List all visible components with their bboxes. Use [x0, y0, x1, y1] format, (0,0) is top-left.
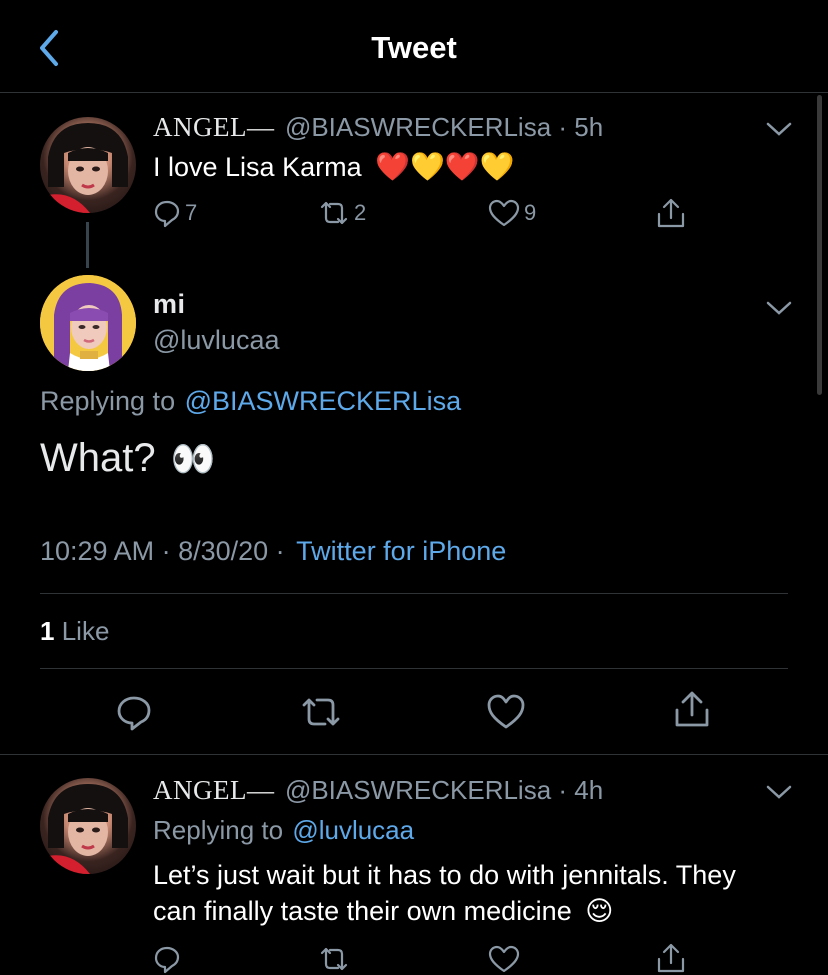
display-name[interactable]: mi: [153, 289, 186, 320]
top-bar: Tweet: [0, 0, 828, 93]
reply-icon[interactable]: [114, 692, 154, 732]
tweet-text-content: I love Lisa Karma: [153, 152, 362, 182]
display-name[interactable]: ANGEL—: [153, 112, 274, 142]
eyes-emoji: 👀: [170, 438, 216, 479]
share-icon[interactable]: [672, 688, 712, 730]
source-link[interactable]: Twitter for iPhone: [296, 536, 506, 566]
heart-icon[interactable]: [488, 944, 520, 974]
main-tweet-text-content: What?: [40, 436, 156, 480]
time-date: 10:29 AM · 8/30/20 ·: [40, 536, 285, 566]
main-tweet-text: What? 👀: [40, 436, 216, 481]
hearts-emoji: ❤️💛❤️💛: [375, 151, 515, 182]
divider: [40, 593, 788, 594]
page-title: Tweet: [371, 30, 457, 65]
replying-to: Replying to @BIASWRECKERLisa: [40, 386, 461, 417]
reply-icon: [152, 198, 182, 228]
tweet-header: ANGEL— @BIASWRECKERLisa · 4h: [153, 775, 603, 806]
heart-icon: [488, 198, 520, 228]
chevron-down-icon[interactable]: [766, 121, 792, 137]
handle-and-time[interactable]: @BIASWRECKERLisa · 5h: [285, 112, 603, 142]
relieved-face-emoji: 😌: [585, 896, 614, 926]
reply-text-line-2-content: can finally taste their own medicine: [153, 896, 572, 926]
reply-text-line-2: can finally taste their own medicine 😌: [153, 896, 613, 927]
replying-handle-link[interactable]: @luvlucaa: [292, 815, 414, 845]
chevron-down-icon[interactable]: [766, 300, 792, 316]
reply-action[interactable]: 7: [152, 198, 197, 228]
reply-icon[interactable]: [152, 944, 182, 974]
replying-to: Replying to @luvlucaa: [153, 815, 414, 846]
like-count: 9: [524, 200, 537, 225]
divider: [40, 668, 788, 669]
tweet-header: ANGEL— @BIASWRECKERLisa · 5h: [153, 112, 603, 143]
handle[interactable]: @luvlucaa: [153, 325, 279, 356]
tweet-timestamp: 10:29 AM · 8/30/20 · Twitter for iPhone: [40, 536, 506, 567]
reply-text-line-1: Let’s just wait but it has to do with je…: [153, 860, 736, 890]
likes-label: Like: [61, 616, 110, 646]
retweet-icon: [316, 198, 352, 228]
avatar[interactable]: [40, 275, 136, 371]
likes-number: 1: [40, 616, 55, 646]
retweet-action[interactable]: 2: [316, 198, 366, 228]
replying-handle-link[interactable]: @BIASWRECKERLisa: [185, 386, 461, 416]
avatar[interactable]: [40, 778, 136, 874]
like-action[interactable]: 9: [488, 198, 536, 228]
thread-line: [86, 222, 89, 268]
retweet-count: 2: [354, 200, 367, 225]
share-icon[interactable]: [655, 196, 687, 230]
retweet-icon[interactable]: [298, 692, 344, 732]
heart-icon[interactable]: [486, 692, 526, 732]
divider: [0, 754, 828, 755]
share-icon[interactable]: [655, 941, 687, 975]
tweet-text: I love Lisa Karma ❤️💛❤️💛: [153, 150, 515, 183]
retweet-icon[interactable]: [316, 944, 352, 974]
scrollbar[interactable]: [817, 95, 822, 395]
replying-prefix: Replying to: [40, 386, 176, 416]
chevron-down-icon[interactable]: [766, 784, 792, 800]
handle-and-time[interactable]: @BIASWRECKERLisa · 4h: [285, 775, 603, 805]
display-name[interactable]: ANGEL—: [153, 775, 274, 805]
likes-summary[interactable]: 1 Like: [40, 616, 109, 647]
replying-prefix: Replying to: [153, 815, 284, 845]
reply-count: 7: [185, 200, 198, 225]
avatar[interactable]: [40, 117, 136, 213]
